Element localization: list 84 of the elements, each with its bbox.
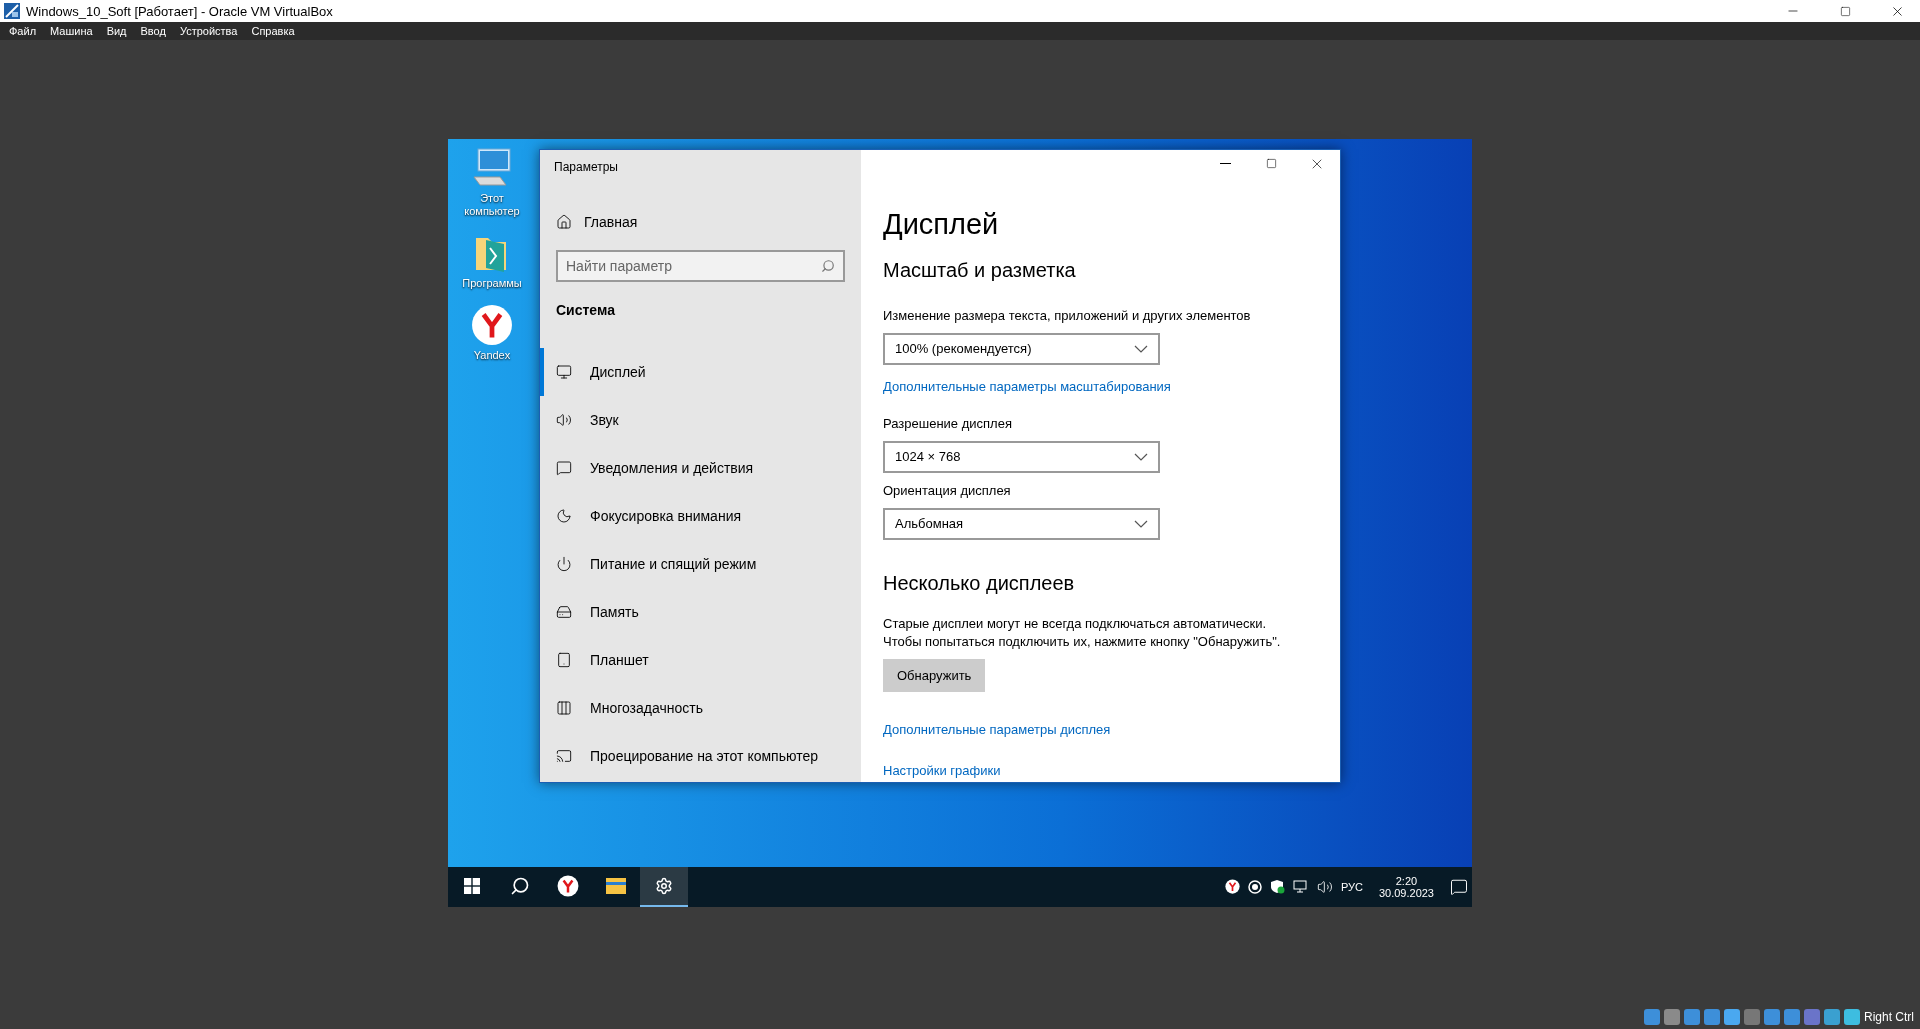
field-label: Изменение размера текста, приложений и других элементов bbox=[883, 307, 1251, 323]
language-indicator[interactable]: РУС bbox=[1340, 880, 1363, 893]
tablet-icon bbox=[556, 651, 572, 668]
window-title: Windows_10_Soft [Работает] - Oracle VM VirtualBox bbox=[26, 3, 334, 19]
dropdown[interactable]: 1024 × 768 bbox=[883, 440, 1160, 473]
power-icon bbox=[556, 555, 572, 572]
home-icon bbox=[556, 213, 572, 230]
search-field[interactable]: Найти параметр bbox=[556, 249, 845, 282]
nav-item[interactable]: Звук bbox=[540, 395, 861, 444]
nav-item[interactable]: Многозадачность bbox=[540, 683, 861, 732]
status-icon[interactable] bbox=[1704, 1009, 1720, 1025]
computer-icon bbox=[470, 146, 514, 189]
minimize-icon bbox=[1219, 163, 1231, 164]
dropdown[interactable]: Альбомная bbox=[883, 507, 1160, 540]
yandex-logo-icon bbox=[557, 874, 579, 897]
maximize-icon bbox=[1839, 5, 1851, 17]
drive-icon bbox=[556, 603, 572, 620]
description-text: Старые дисплеи могут не всегда подключаться автоматически. Чтобы попытаться подключить их, нажмите кнопку "Обнаружить". bbox=[883, 614, 1281, 651]
host-key-label: Right Ctrl bbox=[1864, 1010, 1914, 1024]
menu-item[interactable]: Справка bbox=[251, 25, 295, 37]
menu-item[interactable]: Файл bbox=[9, 25, 37, 37]
status-icon[interactable] bbox=[1824, 1009, 1840, 1025]
field-label: Ориентация дисплея bbox=[883, 482, 1011, 498]
chevron-down-icon bbox=[1134, 519, 1148, 528]
folder-icon bbox=[605, 876, 627, 895]
dropdown-value: 100% (рекомендуется) bbox=[895, 341, 1032, 356]
clock-time: 2:20 bbox=[1395, 874, 1418, 887]
link[interactable]: Дополнительные параметры масштабирования bbox=[883, 378, 1171, 394]
nav-item[interactable]: Планшет bbox=[540, 635, 861, 684]
chevron-down-icon bbox=[1134, 452, 1148, 461]
status-icon[interactable] bbox=[1744, 1009, 1760, 1025]
nav-item[interactable]: Питание и спящий режим bbox=[540, 539, 861, 588]
section-heading: Несколько дисплеев bbox=[883, 571, 1075, 595]
page-title: Дисплей bbox=[883, 207, 999, 241]
yandex-logo-icon bbox=[1224, 879, 1240, 894]
shield-icon bbox=[1269, 879, 1285, 894]
dropdown-value: 1024 × 768 bbox=[895, 449, 961, 464]
dropdown-value: Альбомная bbox=[895, 516, 964, 531]
section-title: Система bbox=[555, 300, 616, 320]
status-icon[interactable] bbox=[1804, 1009, 1820, 1025]
nav-item[interactable]: Уведомления и действия bbox=[540, 443, 861, 492]
detect-button[interactable]: Обнаружить bbox=[883, 658, 986, 692]
yandex-logo-icon bbox=[471, 303, 513, 346]
section-heading: Масштаб и разметка bbox=[883, 258, 1076, 282]
menu-item[interactable]: Устройства bbox=[179, 25, 238, 37]
field-label: Разрешение дисплея bbox=[883, 415, 1012, 431]
moon-icon bbox=[556, 507, 572, 524]
search-icon bbox=[510, 875, 530, 896]
monitor-icon bbox=[556, 363, 572, 380]
search-icon bbox=[821, 258, 835, 273]
menu-item[interactable]: Вид bbox=[106, 25, 127, 37]
columns-icon bbox=[556, 699, 572, 716]
status-icon[interactable] bbox=[1664, 1009, 1680, 1025]
speaker-icon bbox=[556, 411, 572, 428]
notifications-icon[interactable] bbox=[1450, 877, 1468, 896]
chevron-down-icon bbox=[1134, 344, 1148, 353]
status-icon[interactable] bbox=[1684, 1009, 1700, 1025]
app-logo-icon bbox=[4, 3, 20, 19]
speech-bubble-icon bbox=[556, 459, 572, 476]
dropdown[interactable]: 100% (рекомендуется) bbox=[883, 332, 1160, 365]
nav-item[interactable]: Фокусировка внимания bbox=[540, 491, 861, 540]
cast-icon bbox=[556, 747, 572, 764]
nav-item[interactable]: Главная bbox=[540, 201, 861, 242]
status-icon[interactable] bbox=[1844, 1009, 1860, 1025]
record-icon bbox=[1247, 879, 1262, 894]
status-icon[interactable] bbox=[1784, 1009, 1800, 1025]
maximize-icon bbox=[1265, 158, 1277, 169]
menu-item[interactable]: Машина bbox=[50, 25, 93, 37]
link[interactable]: Дополнительные параметры дисплея bbox=[883, 721, 1111, 737]
menu-item[interactable]: Ввод bbox=[140, 25, 166, 37]
clock-date: 30.09.2023 bbox=[1378, 886, 1434, 899]
window-title: Параметры bbox=[553, 158, 619, 176]
status-icon[interactable] bbox=[1764, 1009, 1780, 1025]
speaker-icon bbox=[1316, 878, 1333, 895]
network-icon bbox=[1292, 879, 1309, 894]
settings-icon bbox=[655, 876, 673, 895]
clock[interactable]: 2:20 30.09.2023 bbox=[1370, 874, 1442, 899]
taskbar-button[interactable] bbox=[640, 866, 688, 907]
status-icon[interactable] bbox=[1644, 1009, 1660, 1025]
link[interactable]: Настройки графики bbox=[883, 762, 1001, 778]
nav-item[interactable]: Память bbox=[540, 587, 861, 636]
windows-logo-icon bbox=[464, 877, 480, 894]
nav-item[interactable]: Проецирование на этот компьютер bbox=[540, 731, 861, 780]
status-icon[interactable] bbox=[1724, 1009, 1740, 1025]
